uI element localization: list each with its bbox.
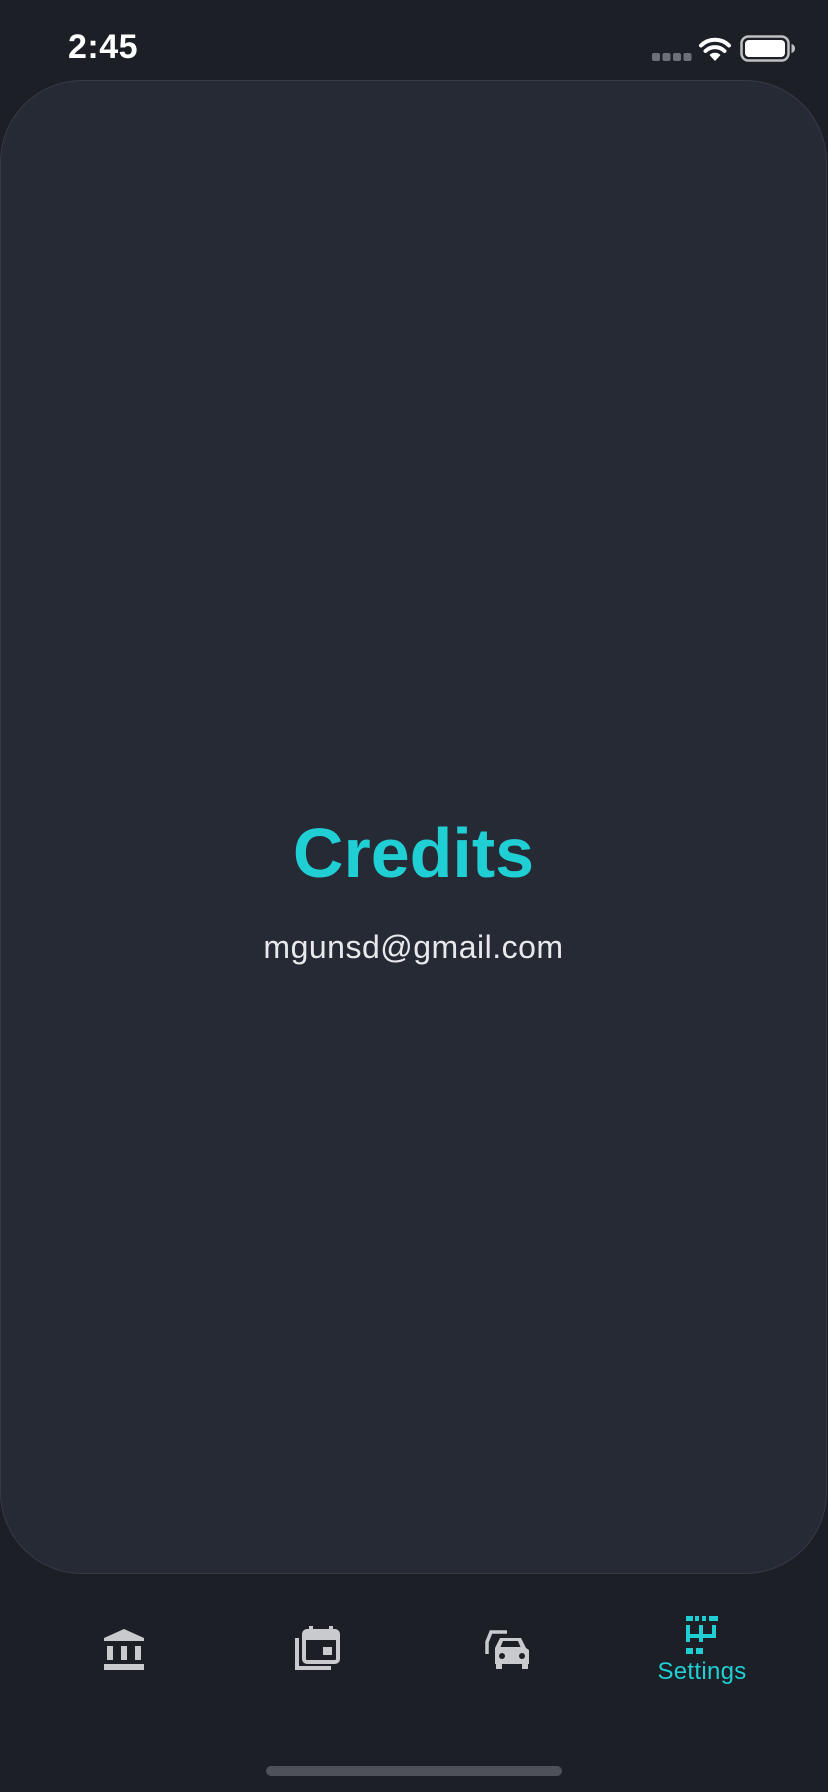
tab-cars[interactable] [412, 1614, 602, 1704]
calendar-gallery-icon [295, 1626, 340, 1670]
home-indicator[interactable] [266, 1766, 562, 1776]
bank-icon [104, 1629, 144, 1670]
cars-icon [485, 1630, 529, 1669]
tab-bar: Settings [0, 1574, 828, 1792]
credits-title: Credits [292, 814, 535, 892]
wifi-icon [699, 37, 731, 61]
tab-bank[interactable] [29, 1614, 219, 1704]
tab-calendar[interactable] [222, 1614, 412, 1704]
tab-settings[interactable]: Settings [607, 1614, 797, 1704]
battery-icon [740, 35, 795, 62]
credits-card: Credits mgunsd@gmail.com [0, 80, 827, 1574]
credits-email[interactable]: mgunsd@gmail.com [1, 929, 826, 966]
tab-settings-label: Settings [657, 1658, 747, 1685]
app-screen: 2:45 Credits mgunsd@gmail.com Settings [0, 0, 828, 1792]
cellular-signal-icon [652, 53, 692, 61]
settings-pixel-icon [686, 1616, 718, 1654]
status-time: 2:45 [68, 28, 139, 66]
status-bar: 2:45 [0, 0, 828, 80]
